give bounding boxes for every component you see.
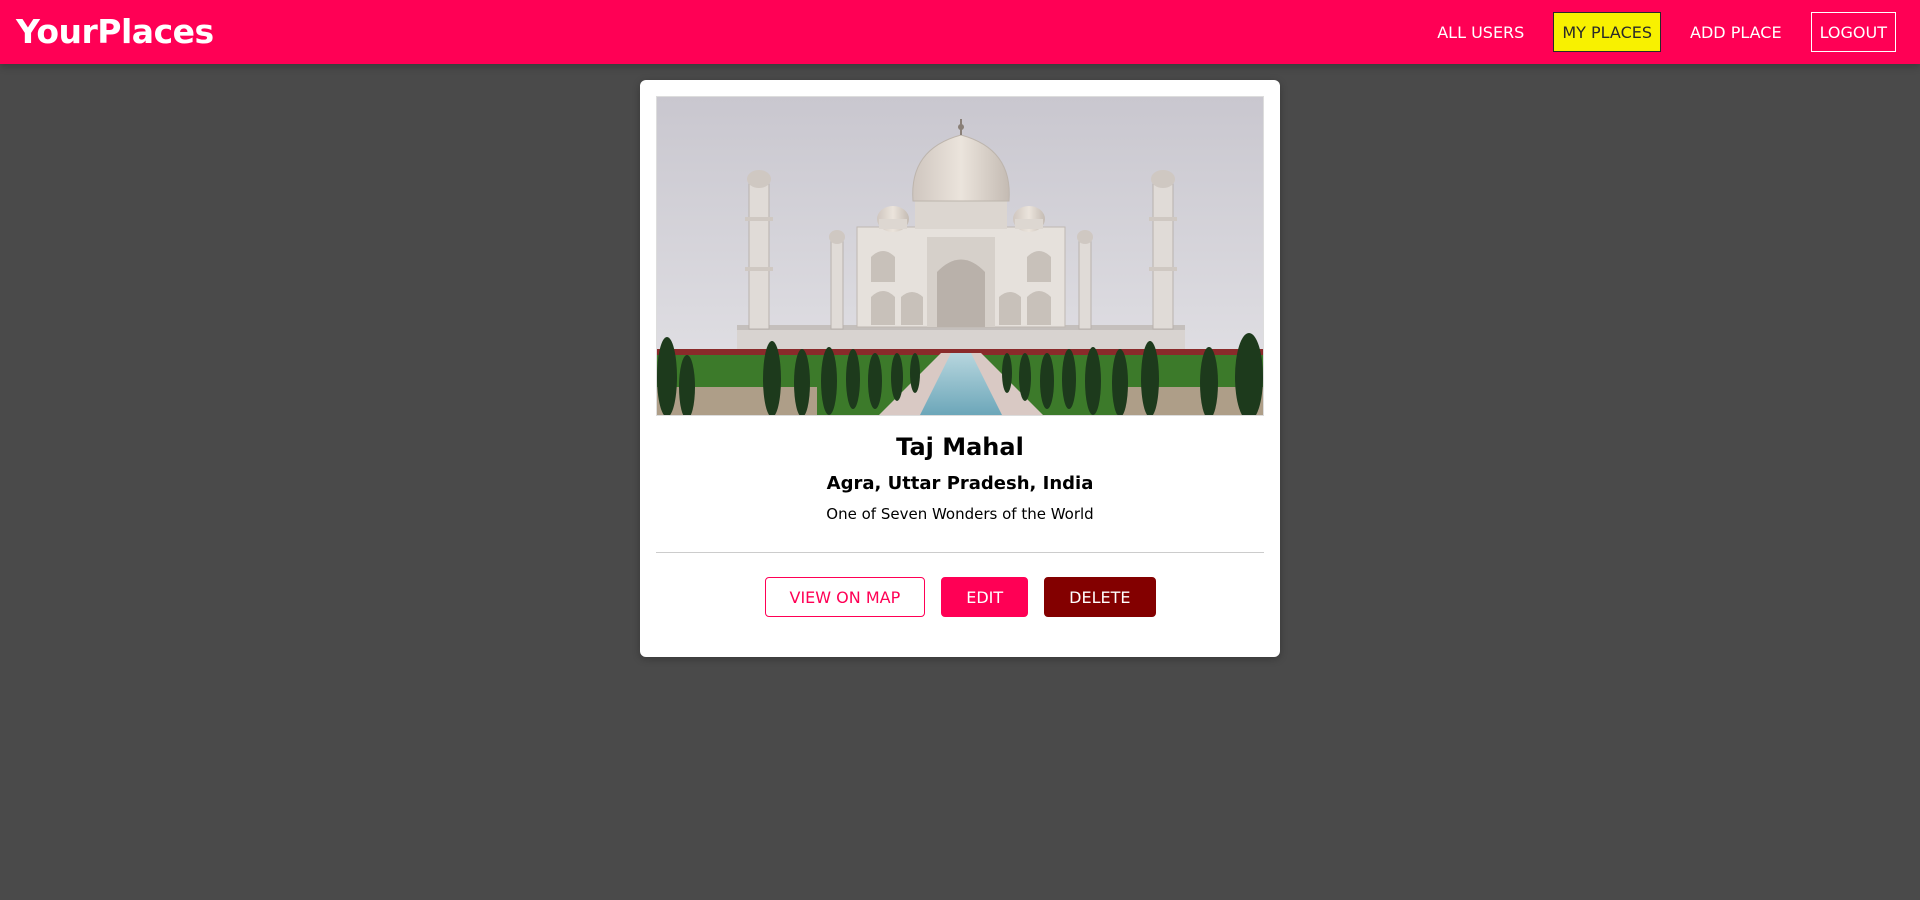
main-navigation: ALL USERS MY PLACES ADD PLACE LOGOUT <box>1408 12 1896 52</box>
view-on-map-button[interactable]: VIEW ON MAP <box>764 577 926 617</box>
place-image <box>656 96 1264 416</box>
edit-button[interactable]: EDIT <box>941 577 1029 617</box>
delete-button[interactable]: DELETE <box>1044 577 1156 617</box>
nav-logout[interactable]: LOGOUT <box>1810 12 1896 52</box>
site-logo[interactable]: YourPlaces <box>16 11 214 53</box>
place-title: Taj Mahal <box>896 433 1024 461</box>
place-description: One of Seven Wonders of the World <box>826 505 1094 523</box>
place-card: Taj Mahal Agra, Uttar Pradesh, India One… <box>640 80 1280 657</box>
place-address: Agra, Uttar Pradesh, India <box>826 473 1094 494</box>
nav-my-places[interactable]: MY PLACES <box>1553 12 1662 52</box>
place-actions: VIEW ON MAP EDIT DELETE <box>640 577 1280 617</box>
taj-mahal-photo-icon <box>657 97 1263 415</box>
card-divider <box>656 552 1264 553</box>
main-header: YourPlaces ALL USERS MY PLACES ADD PLACE… <box>0 0 1920 64</box>
nav-add-place[interactable]: ADD PLACE <box>1681 12 1791 52</box>
nav-all-users[interactable]: ALL USERS <box>1428 12 1533 52</box>
